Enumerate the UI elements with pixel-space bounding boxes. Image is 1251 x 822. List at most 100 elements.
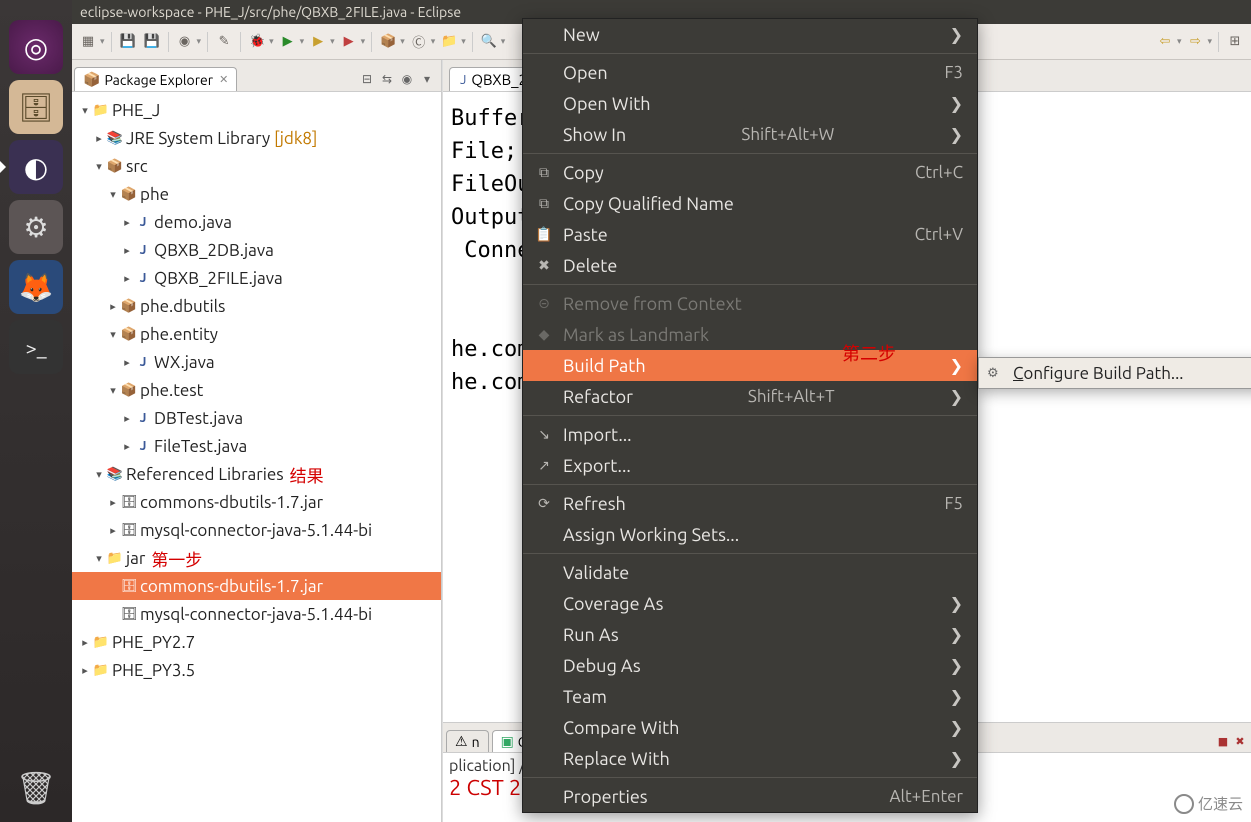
expand-arrow-icon[interactable]: ▸	[120, 412, 134, 425]
close-icon[interactable]: ✕	[219, 73, 228, 86]
search-icon[interactable]: 🔍	[479, 32, 499, 52]
launcher-trash-icon[interactable]: 🗑	[12, 764, 60, 812]
expand-arrow-icon[interactable]: ▾	[92, 552, 106, 565]
focus-icon[interactable]: ◉	[399, 71, 415, 87]
remove-all-icon[interactable]: ✖	[1233, 734, 1247, 748]
tree-item-mysql-connector-java-5-1-44-bi[interactable]: ▸🗄mysql-connector-java-5.1.44-bi	[72, 516, 441, 544]
tree-item-src[interactable]: ▾📦src	[72, 152, 441, 180]
menu-item-properties[interactable]: PropertiesAlt+Enter	[523, 781, 977, 812]
configure-build-path-item[interactable]: ⚙ Configure Build Path...	[979, 358, 1251, 388]
menu-item-export-[interactable]: ↗Export...	[523, 450, 977, 481]
menu-item-validate[interactable]: Validate	[523, 557, 977, 588]
save-icon[interactable]: 💾	[118, 32, 138, 52]
menu-item-copy-qualified-name[interactable]: ⧉Copy Qualified Name	[523, 188, 977, 219]
tree-item-filetest-java[interactable]: ▸JFileTest.java	[72, 432, 441, 460]
forward-icon[interactable]: ⇨	[1185, 32, 1205, 52]
menu-item-run-as[interactable]: Run As❯	[523, 619, 977, 650]
perspective-icon[interactable]: ⊞	[1225, 32, 1245, 52]
tree-item-demo-java[interactable]: ▸Jdemo.java	[72, 208, 441, 236]
tree-item-dbtest-java[interactable]: ▸JDBTest.java	[72, 404, 441, 432]
run-icon[interactable]: ▶	[278, 32, 298, 52]
menu-item-refresh[interactable]: ⟳RefreshF5	[523, 488, 977, 519]
menu-item-assign-working-sets-[interactable]: Assign Working Sets...	[523, 519, 977, 550]
ext-run-icon[interactable]: ▶	[339, 32, 359, 52]
expand-arrow-icon[interactable]: ▸	[120, 272, 134, 285]
tree-item-phe-j[interactable]: ▾📁PHE_J	[72, 96, 441, 124]
menu-item-compare-with[interactable]: Compare With❯	[523, 712, 977, 743]
collapse-all-icon[interactable]: ⊟	[359, 71, 375, 87]
build-path-submenu[interactable]: ⚙ Configure Build Path...	[978, 357, 1251, 389]
launcher-firefox-icon[interactable]: 🦊	[9, 260, 63, 314]
menu-item-team[interactable]: Team❯	[523, 681, 977, 712]
menu-item-debug-as[interactable]: Debug As❯	[523, 650, 977, 681]
menu-item-replace-with[interactable]: Replace With❯	[523, 743, 977, 774]
package-tree[interactable]: ▾📁PHE_J▸📚JRE System Library[jdk8]▾📦src▾📦…	[72, 92, 441, 822]
terminate-icon[interactable]: ■	[1216, 734, 1230, 748]
launcher-files-icon[interactable]: 🗄	[9, 80, 63, 134]
expand-arrow-icon[interactable]: ▸	[106, 496, 120, 509]
menu-item-delete[interactable]: ✖Delete	[523, 250, 977, 281]
expand-arrow-icon[interactable]: ▸	[120, 440, 134, 453]
expand-arrow-icon[interactable]: ▾	[106, 188, 120, 201]
tree-item-commons-dbutils-1-7-jar[interactable]: ▸🗄commons-dbutils-1.7.jar	[72, 488, 441, 516]
menu-item-open-with[interactable]: Open With❯	[523, 88, 977, 119]
tree-item-referenced-libraries[interactable]: ▾📚Referenced Libraries结果	[72, 460, 441, 488]
new-pkg-icon[interactable]: 📦	[378, 32, 398, 52]
unity-launcher[interactable]: ◎ 🗄 ◐ ⚙ 🦊 >_ 🗑	[0, 0, 72, 822]
tree-item-wx-java[interactable]: ▸JWX.java	[72, 348, 441, 376]
coverage-icon[interactable]: ▶	[308, 32, 328, 52]
tree-item-phe-py2-7[interactable]: ▸📁PHE_PY2.7	[72, 628, 441, 656]
expand-arrow-icon[interactable]: ▸	[78, 636, 92, 649]
tree-item-phe-dbutils[interactable]: ▸📦phe.dbutils	[72, 292, 441, 320]
menu-item-refactor[interactable]: RefactorShift+Alt+T❯	[523, 381, 977, 412]
back-icon[interactable]: ⇦	[1155, 32, 1175, 52]
wand-icon[interactable]: ✎	[214, 32, 234, 52]
tree-item-phe-test[interactable]: ▾📦phe.test	[72, 376, 441, 404]
launcher-dash-icon[interactable]: ◎	[9, 20, 63, 74]
new-class-icon[interactable]: Ⓒ	[409, 32, 429, 52]
debug-icon[interactable]: 🐞	[247, 32, 267, 52]
expand-arrow-icon[interactable]: ▾	[78, 104, 92, 117]
tree-item-phe-entity[interactable]: ▾📦phe.entity	[72, 320, 441, 348]
expand-arrow-icon[interactable]: ▾	[92, 468, 106, 481]
pkg-icon: 📦	[120, 187, 138, 202]
tree-item-qbxb-2db-java[interactable]: ▸JQBXB_2DB.java	[72, 236, 441, 264]
menu-item-show-in[interactable]: Show InShift+Alt+W❯	[523, 119, 977, 150]
expand-arrow-icon[interactable]: ▸	[78, 664, 92, 677]
new-icon[interactable]: ▦	[78, 32, 98, 52]
expand-arrow-icon[interactable]: ▸	[106, 524, 120, 537]
menu-item-copy[interactable]: ⧉CopyCtrl+C	[523, 157, 977, 188]
menu-item-new[interactable]: New❯	[523, 19, 977, 50]
tree-item-jre-system-library[interactable]: ▸📚JRE System Library[jdk8]	[72, 124, 441, 152]
menu-item-build-path[interactable]: Build Path❯	[523, 350, 977, 381]
new-folder-icon[interactable]: 📁	[439, 32, 459, 52]
view-menu-icon[interactable]: ▾	[419, 71, 435, 87]
context-menu[interactable]: New❯ OpenF3Open With❯Show InShift+Alt+W❯ ⧉…	[522, 18, 978, 813]
tree-item-qbxb-2file-java[interactable]: ▸JQBXB_2FILE.java	[72, 264, 441, 292]
tree-item-mysql-connector-java-5-1-44-bi[interactable]: 🗄mysql-connector-java-5.1.44-bi	[72, 600, 441, 628]
expand-arrow-icon[interactable]: ▾	[92, 160, 106, 173]
expand-arrow-icon[interactable]: ▾	[106, 328, 120, 341]
save-all-icon[interactable]: 💾	[142, 32, 162, 52]
expand-arrow-icon[interactable]: ▸	[106, 300, 120, 313]
menu-item-open[interactable]: OpenF3	[523, 57, 977, 88]
launcher-settings-icon[interactable]: ⚙	[9, 200, 63, 254]
launcher-terminal-icon[interactable]: >_	[9, 320, 63, 374]
expand-arrow-icon[interactable]: ▸	[120, 216, 134, 229]
expand-arrow-icon[interactable]: ▸	[120, 356, 134, 369]
tree-item-jar[interactable]: ▾📁jar第一步	[72, 544, 441, 572]
package-explorer-tab[interactable]: 📦 Package Explorer ✕	[74, 67, 237, 91]
expand-arrow-icon[interactable]: ▸	[120, 244, 134, 257]
tree-item-phe[interactable]: ▾📦phe	[72, 180, 441, 208]
tree-item-phe-py3-5[interactable]: ▸📁PHE_PY3.5	[72, 656, 441, 684]
launcher-eclipse-icon[interactable]: ◐	[9, 140, 63, 194]
tree-item-commons-dbutils-1-7-jar[interactable]: 🗄commons-dbutils-1.7.jar	[72, 572, 441, 600]
tab-problems[interactable]: ⚠n	[446, 730, 489, 752]
expand-arrow-icon[interactable]: ▸	[92, 132, 106, 145]
menu-item-coverage-as[interactable]: Coverage As❯	[523, 588, 977, 619]
menu-item-import-[interactable]: ↘Import...	[523, 419, 977, 450]
link-editor-icon[interactable]: ⇆	[379, 71, 395, 87]
expand-arrow-icon[interactable]: ▾	[106, 384, 120, 397]
menu-item-paste[interactable]: 📋PasteCtrl+V	[523, 219, 977, 250]
task-icon[interactable]: ◉	[175, 32, 195, 52]
